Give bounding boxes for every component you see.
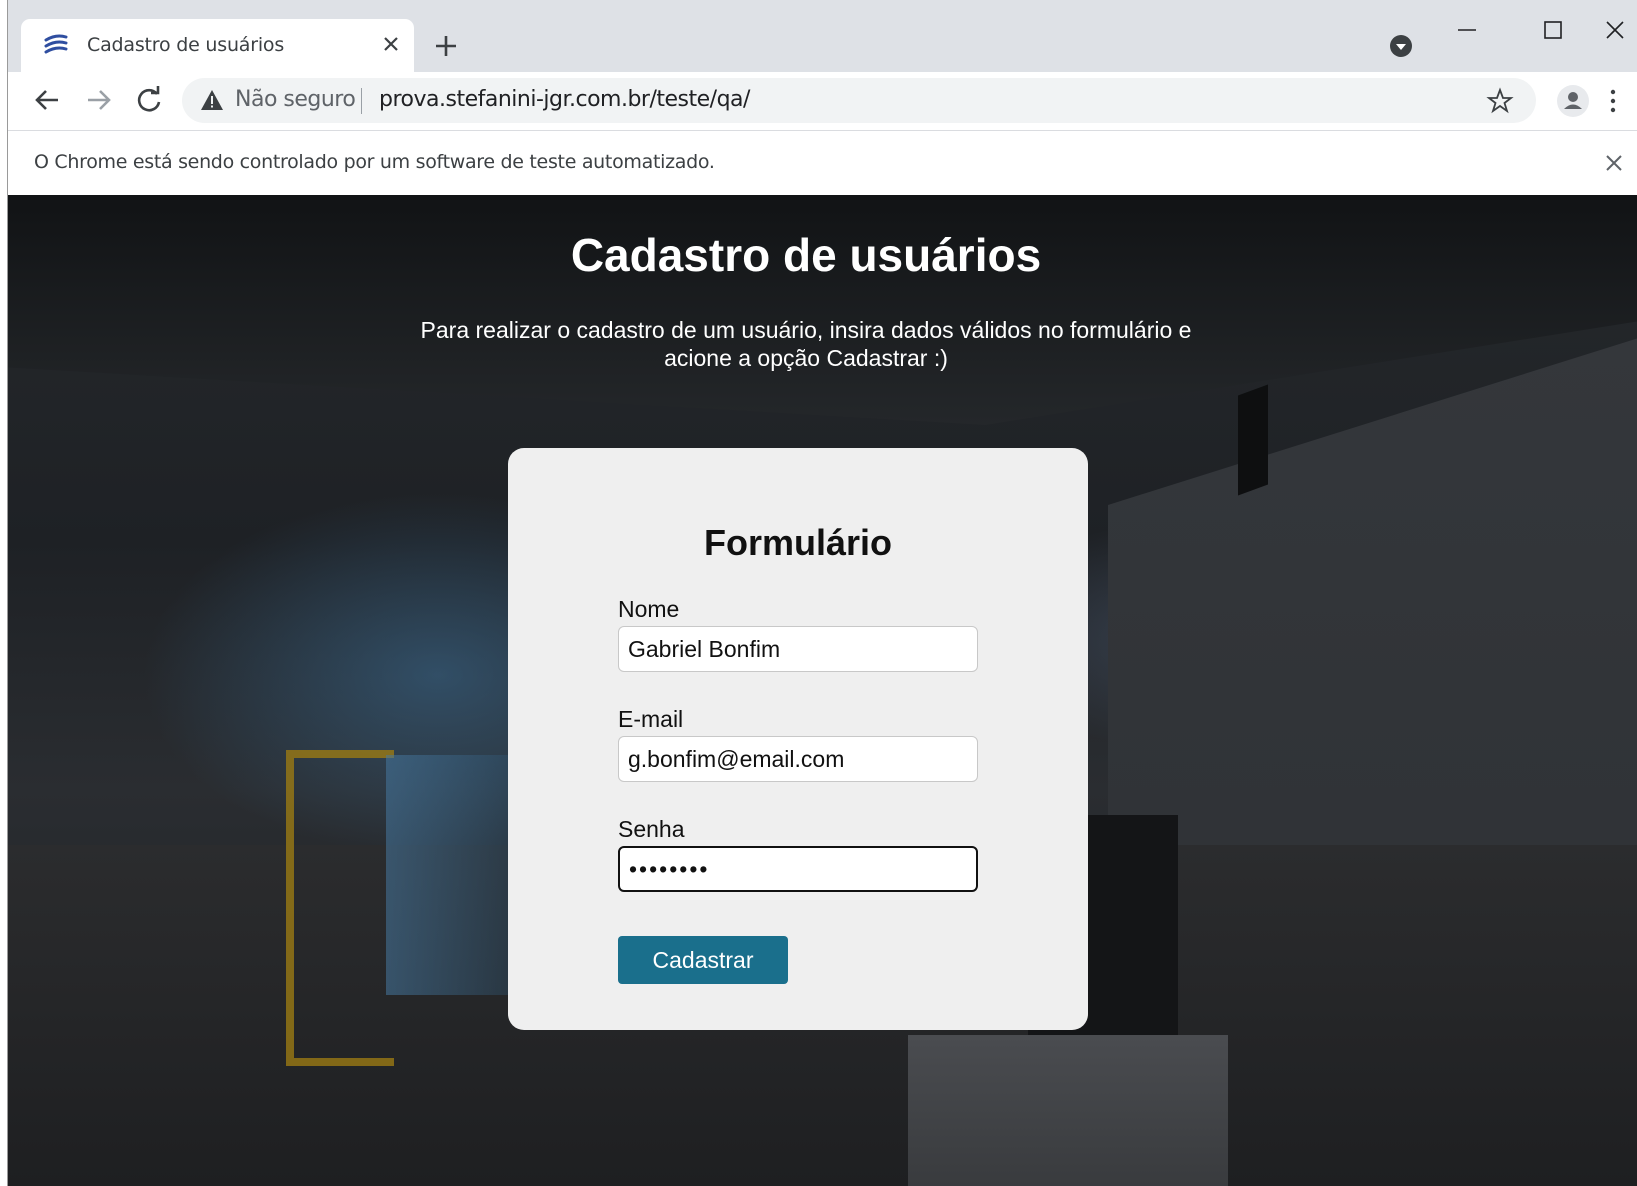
reload-icon[interactable] [129,80,169,120]
page-subtitle: Para realizar o cadastro de um usuário, … [420,317,1192,371]
bookmark-star-icon[interactable] [1485,86,1515,116]
page-title: Cadastro de usuários [570,229,1042,281]
forward-arrow-icon[interactable] [78,80,118,120]
password-input[interactable] [618,846,978,892]
profile-avatar-icon[interactable] [1555,83,1591,119]
tab-strip: Cadastro de usuários [8,0,1637,72]
form-title: Formulário [703,522,892,563]
menu-kebab-icon[interactable] [1606,83,1620,119]
tab-cadastro[interactable]: Cadastro de usuários [21,19,414,72]
infobar-message: O Chrome está sendo controlado por um so… [34,151,715,173]
url-text[interactable]: prova.stefanini-jgr.com.br/teste/qa/ [379,87,750,112]
plus-icon[interactable] [428,28,464,64]
browser-window: Cadastro de usuários Não seguro prova.st… [8,0,1637,1186]
browser-toolbar: Não seguro prova.stefanini-jgr.com.br/te… [8,72,1637,130]
back-arrow-icon[interactable] [28,80,68,120]
address-bar[interactable]: Não seguro prova.stefanini-jgr.com.br/te… [182,78,1536,123]
media-control-icon[interactable] [1388,33,1414,59]
name-label: Nome [618,596,680,622]
email-label: E-mail [618,706,684,732]
infobar-close-icon[interactable] [1602,151,1626,175]
security-label[interactable]: Não seguro [235,87,356,112]
automation-infobar: O Chrome está sendo controlado por um so… [8,130,1637,195]
email-input[interactable] [618,736,978,782]
page-content: Cadastro de usuários Para realizar o cad… [8,195,1637,1186]
password-label: Senha [618,816,685,842]
cadastrar-button[interactable]: Cadastrar [618,936,788,984]
maximize-icon[interactable] [1530,10,1574,50]
close-icon[interactable] [376,29,406,59]
name-input[interactable] [618,626,978,672]
registration-form-card: Formulário Nome E-mail Senha Cadastrar [508,448,1088,1030]
tab-title: Cadastro de usuários [87,34,285,56]
stefanini-logo-icon [44,34,68,54]
minimize-icon[interactable] [1445,10,1489,50]
warning-icon[interactable] [200,89,224,111]
address-separator [361,88,362,114]
window-close-icon[interactable] [1593,10,1637,50]
